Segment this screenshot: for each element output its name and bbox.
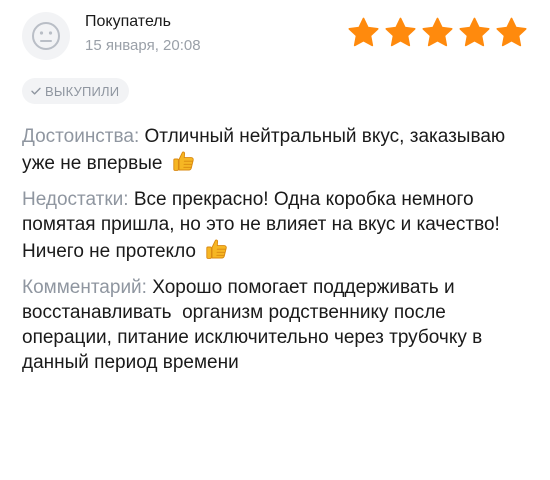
star-icon [385,17,416,47]
review-card: Покупатель 15 января, 20:08 ВЫКУПИЛИ Дос… [0,0,550,480]
thumbs-up-icon [172,149,196,172]
cons-label: Недостатки: [22,189,129,210]
thumbs-up-icon [205,237,229,260]
author-name: Покупатель [85,13,171,30]
pros-section: Достоинства: Отличный нейтральный вкус, … [22,124,532,176]
rating-stars [346,16,529,50]
neutral-face-icon [32,22,60,50]
cons-section: Недостатки: Все прекрасно! Одна коробка … [22,187,532,264]
review-body: Достоинства: Отличный нейтральный вкус, … [22,124,532,386]
star-icon [422,17,453,47]
avatar [22,12,70,60]
purchased-badge: ВЫКУПИЛИ [22,78,130,104]
comment-section: Комментарий: Хорошо помогает поддерживат… [22,275,532,375]
star-icon [459,17,490,47]
star-icon [496,17,527,47]
badge-label: ВЫКУПИЛИ [45,83,120,99]
check-icon [31,87,41,95]
comment-label: Комментарий: [22,277,147,298]
pros-label: Достоинства: [22,126,140,147]
star-icon [348,17,379,47]
review-date: 15 января, 20:08 [85,37,201,54]
